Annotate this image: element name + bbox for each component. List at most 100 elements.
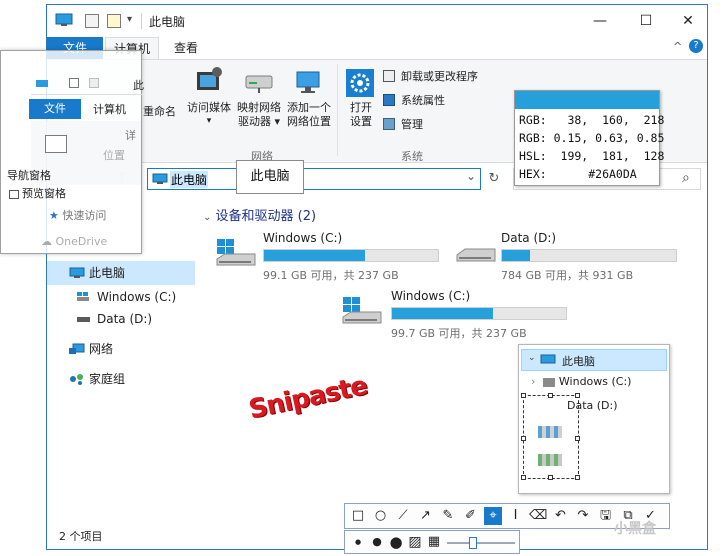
minimize-button[interactable]: — — [577, 5, 623, 37]
pinned-snapshot[interactable]: 此 文件 计算机 详 位置 导航窗格 预览窗格 ★ 快速访问 ☁ OneDriv… — [0, 50, 144, 254]
chevron-down-icon: ⌄ — [528, 353, 536, 363]
resize-handle — [521, 475, 526, 480]
ribbon-tabs: 文件 计算机 查看 ^ ? — [47, 37, 707, 59]
address-tooltip: 此电脑 — [236, 160, 304, 194]
toolbar-tool-button[interactable]: ✎ — [439, 507, 457, 525]
preview-icon — [9, 189, 19, 199]
drive-usage-bar — [501, 249, 677, 262]
size-slider-track[interactable] — [447, 542, 515, 544]
collapse-ribbon-icon[interactable]: ^ — [673, 40, 682, 53]
open-settings-button[interactable]: 打开 设置 — [341, 64, 381, 130]
add-network-location-button[interactable]: 添加一个 网络位置 — [285, 64, 333, 130]
settings-gear-icon — [346, 69, 374, 97]
drive-name: Windows (C:) — [263, 231, 343, 245]
manage-icon — [383, 118, 395, 130]
mosaic-blur — [538, 426, 562, 438]
toolbar-tool-button[interactable]: ⌫ — [529, 507, 547, 525]
windows-drive-icon — [77, 292, 89, 301]
help-icon[interactable]: ? — [689, 39, 703, 53]
windows-drive-icon — [542, 377, 555, 387]
toolbar-tool-button[interactable]: ⌖ — [484, 507, 502, 525]
properties-icon[interactable] — [85, 14, 99, 28]
rename-label-partial[interactable]: 重命名 — [143, 104, 176, 119]
new-folder-icon — [89, 78, 99, 88]
drive-name: Data (D:) — [501, 231, 557, 245]
ghost-partial-label: 位置 — [103, 149, 125, 162]
address-value: 此电脑 — [170, 171, 209, 188]
pen-size-button[interactable]: ● — [368, 533, 386, 551]
section-header[interactable]: ⌄ 设备和驱动器 (2) — [203, 205, 316, 224]
chevron-right-icon: › — [531, 375, 536, 388]
properties-icon — [69, 78, 79, 88]
color-hex: HEX: #26A0DA — [519, 167, 637, 181]
resize-handle — [575, 393, 580, 398]
tab-view[interactable]: 查看 — [167, 37, 205, 59]
color-swatch — [515, 91, 659, 109]
address-dropdown-icon[interactable]: ⌄ — [466, 169, 476, 183]
toolbar-tool-button[interactable]: ↗ — [417, 507, 435, 525]
nav-item-homegroup[interactable]: 家庭组 — [47, 367, 195, 391]
color-hsl: HSL: 199, 181, 128 — [519, 149, 665, 163]
maximize-button[interactable]: ☐ — [623, 5, 669, 37]
resize-handle — [575, 436, 580, 441]
drive-tile-windows-c-copy[interactable]: Windows (C:) 99.7 GB 可用，共 237 GB — [341, 289, 571, 340]
resize-handle — [575, 475, 580, 480]
map-drive-button[interactable]: 映射网络 驱动器 ▾ — [235, 64, 283, 130]
programs-icon — [383, 70, 395, 82]
resize-handle — [521, 393, 526, 398]
nav-item-network[interactable]: 网络 — [47, 337, 195, 361]
fill-style-button[interactable]: ▦ — [425, 533, 443, 551]
address-input[interactable]: 此电脑 ⌄ — [147, 168, 481, 190]
nav-label: Windows (C:) — [97, 290, 177, 304]
ghost-title-partial: 此 — [133, 79, 144, 92]
size-slider-thumb[interactable] — [469, 537, 477, 549]
toolbar-tool-button[interactable]: ↷ — [574, 507, 592, 525]
drive-usage-fill — [392, 308, 493, 319]
pen-size-button[interactable]: ● — [387, 533, 405, 551]
refresh-button[interactable]: ↻ — [483, 168, 505, 190]
cloud-icon: ☁ — [41, 235, 52, 248]
section-title: 设备和驱动器 (2) — [215, 209, 317, 224]
fill-style-button[interactable]: ▨ — [406, 533, 424, 551]
computer-icon — [55, 13, 73, 26]
ghost-titlebar: 此 — [31, 75, 144, 95]
new-folder-icon[interactable] — [107, 14, 121, 28]
color-picker-popup: RGB: 38, 160, 218 RGB: 0.15, 0.63, 0.85 … — [514, 90, 665, 186]
close-button[interactable]: ✕ — [665, 5, 711, 37]
toolbar-tool-button[interactable]: I — [507, 507, 525, 525]
tree-item-windows-c: › Windows (C:) — [531, 375, 632, 388]
windows-drive-icon — [342, 297, 382, 324]
ghost-onedrive: ☁ OneDrive — [41, 235, 108, 248]
customize-quick-access-icon[interactable]: ▾ — [127, 14, 132, 25]
search-icon[interactable]: ⌕ — [682, 170, 690, 186]
toolbar-tool-button[interactable]: ⟋ — [394, 507, 412, 525]
nav-label: 家庭组 — [89, 372, 126, 386]
drive-usage-fill — [264, 250, 365, 261]
pen-size-button[interactable]: ● — [349, 533, 367, 551]
layout-icon — [45, 135, 67, 153]
toolbar-tool-button[interactable]: ✐ — [462, 507, 480, 525]
mosaic-blur — [538, 454, 562, 466]
drive-usage-bar — [391, 307, 567, 320]
nav-item-data-d[interactable]: Data (D:) — [47, 307, 195, 331]
divider — [141, 13, 142, 29]
star-icon: ★ — [49, 209, 59, 222]
toolbar-tool-button[interactable]: ↶ — [552, 507, 570, 525]
nav-item-windows-c[interactable]: Windows (C:) — [47, 285, 195, 309]
toolbar-tool-button[interactable]: ○ — [372, 507, 390, 525]
toolbar-tool-button[interactable]: □ — [349, 507, 367, 525]
drive-tile-data-d[interactable]: Data (D:) 784 GB 可用，共 931 GB — [455, 231, 695, 282]
selection-rectangle[interactable] — [521, 393, 580, 480]
computer-icon — [69, 267, 85, 278]
nav-item-this-pc[interactable]: 此电脑 — [47, 261, 195, 285]
pinned-tree-snapshot[interactable]: ⌄ 此电脑 › Windows (C:) Data (D:) — [518, 344, 670, 494]
network-icon — [69, 343, 85, 354]
drive-tile-windows-c[interactable]: Windows (C:) 99.1 GB 可用，共 237 GB — [215, 231, 445, 282]
access-media-button[interactable]: 访问媒体 ▾ — [187, 64, 231, 130]
item-count: 2 个项目 — [59, 530, 103, 543]
toolbar-tool-button[interactable]: 🖫 — [597, 507, 615, 525]
ghost-partial-label: 详 — [125, 129, 136, 142]
window-title: 此电脑 — [149, 15, 186, 29]
resize-handle — [548, 475, 553, 480]
chevron-down-icon: ⌄ — [203, 212, 212, 223]
